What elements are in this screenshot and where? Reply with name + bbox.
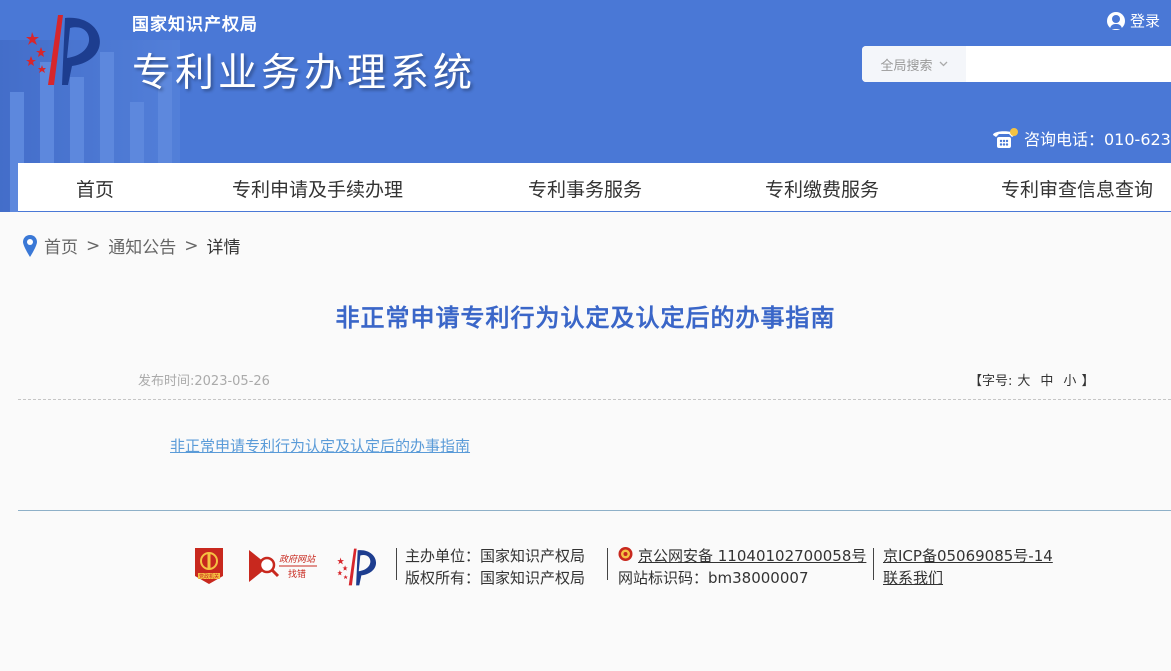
article-title: 非正常申请专利行为认定及认定后的办事指南 xyxy=(335,304,836,332)
font-size-medium-button[interactable]: 中 xyxy=(1040,370,1053,389)
sponsor-info: 主办单位：国家知识产权局 xyxy=(405,547,586,565)
nav-item-examination-query[interactable]: 专利审查信息查询 xyxy=(1001,175,1153,202)
search-scope-label: 全局搜索 xyxy=(880,58,933,74)
system-name: 专利业务办理系统 xyxy=(132,51,477,96)
location-pin-icon xyxy=(23,234,37,257)
footer-divider xyxy=(18,510,1171,511)
font-size-large-button[interactable]: 大 xyxy=(1017,370,1030,389)
breadcrumb-separator: > xyxy=(184,235,199,256)
cnipa-logo xyxy=(26,15,100,85)
breadcrumb-home[interactable]: 首页 xyxy=(44,233,78,258)
nav-item-home[interactable]: 首页 xyxy=(76,175,114,202)
hotline-label: 咨询电话：010-623 xyxy=(1024,130,1171,149)
breadcrumb: 首页 > 通知公告 > 详情 xyxy=(22,233,241,258)
login-button[interactable]: 登录 xyxy=(1107,10,1160,31)
font-size-suffix: 】 xyxy=(1081,374,1095,389)
find-error-text: 找错 xyxy=(288,568,306,580)
main-nav: 首页 专利申请及手续办理 专利事务服务 专利缴费服务 专利审查信息查询 xyxy=(18,163,1171,212)
telephone-icon xyxy=(993,128,1018,148)
icp-record-link[interactable]: 京ICP备05069085号-14 xyxy=(883,545,1053,566)
site-code: 网站标识码：bm38000007 xyxy=(618,569,809,587)
font-size-switcher: 【字号: 大 中 小 】 xyxy=(969,370,1094,389)
breadcrumb-notices[interactable]: 通知公告 xyxy=(108,233,176,258)
search-input[interactable] xyxy=(966,47,1171,81)
contact-us-link[interactable]: 联系我们 xyxy=(883,567,943,588)
gov-site-text: 政府网站 xyxy=(279,554,317,565)
police-record-link[interactable]: 京公网安备 11040102700058号 xyxy=(638,545,866,566)
search-scope-dropdown[interactable]: 全局搜索 xyxy=(862,46,966,82)
cnipa-footer-logo xyxy=(337,548,377,586)
breadcrumb-current: 详情 xyxy=(206,238,241,258)
party-government-badge[interactable]: 党政机关 xyxy=(192,546,226,586)
hotline: 咨询电话：010-623 xyxy=(990,126,1171,150)
publish-time: 发布时间:2023-05-26 xyxy=(138,374,270,389)
chevron-down-icon xyxy=(939,61,947,67)
footer-separator xyxy=(396,548,397,580)
footer-separator xyxy=(873,548,874,580)
font-size-small-button[interactable]: 小 xyxy=(1063,370,1076,389)
party-badge-text: 党政机关 xyxy=(199,573,219,580)
police-emblem-icon xyxy=(618,547,633,561)
breadcrumb-separator: > xyxy=(86,235,101,256)
user-icon xyxy=(1107,11,1125,30)
nav-item-affairs[interactable]: 专利事务服务 xyxy=(528,175,642,202)
org-name: 国家知识产权局 xyxy=(132,15,258,35)
footer-separator xyxy=(607,548,608,580)
nav-item-fees[interactable]: 专利缴费服务 xyxy=(765,175,879,202)
copyright-info: 版权所有：国家知识产权局 xyxy=(405,569,586,587)
login-label: 登录 xyxy=(1130,12,1161,30)
global-search: 全局搜索 xyxy=(862,46,1171,82)
font-size-prefix: 【字号: xyxy=(969,374,1013,389)
attachment-link[interactable]: 非正常申请专利行为认定及认定后的办事指南 xyxy=(170,435,470,456)
divider xyxy=(18,399,1171,400)
nav-item-application[interactable]: 专利申请及手续办理 xyxy=(232,175,403,202)
gov-site-error-report-badge[interactable]: 政府网站 找错 xyxy=(247,548,323,584)
